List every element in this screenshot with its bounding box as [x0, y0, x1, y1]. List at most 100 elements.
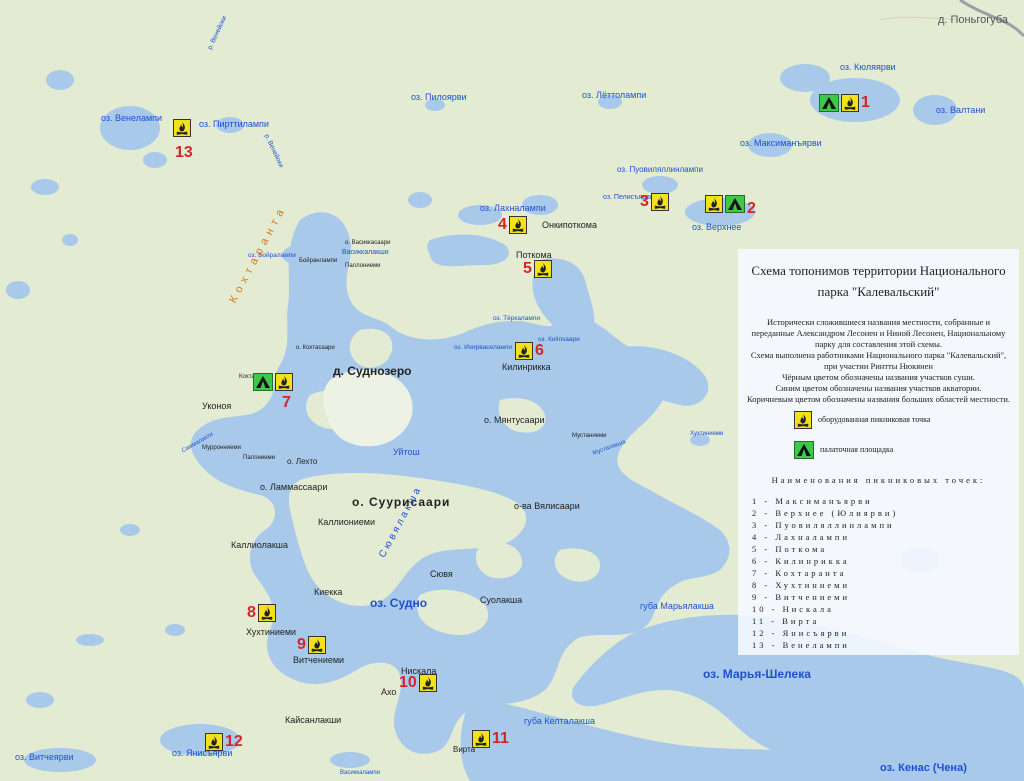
- campfire-icon: [794, 410, 812, 429]
- campfire-icon: [275, 373, 293, 391]
- legend-desc-2: Схема выполнена работниками Национальног…: [750, 349, 1007, 371]
- marker-number-13: 13: [175, 144, 193, 161]
- legend-list-item: 5 - Поткома: [752, 543, 828, 554]
- place-kaisanlakshi: Кайсанлакши: [285, 715, 342, 725]
- place-boiranlampi: Бойранлампи: [299, 258, 338, 264]
- lake-terkkalampi: оз. Тёркалампи: [493, 315, 540, 322]
- lake-valtani: оз. Валтани: [936, 105, 986, 115]
- place-vasikkalakshi: Васиккалакши: [342, 249, 389, 256]
- legend-desc-3: Чёрным цветом обозначены названия участк…: [782, 371, 975, 382]
- picnic-marker-5[interactable]: 5: [523, 260, 552, 278]
- campfire-icon: [257, 604, 276, 622]
- lake-piloyarvi: оз. Пилоярви: [411, 92, 467, 102]
- lake-lettolampi: оз. Лёттолампи: [582, 90, 647, 100]
- place-palonniemi: Палониеми: [243, 455, 276, 461]
- lake-venelampi: оз. Венелампи: [101, 113, 163, 123]
- marker-number: 3: [640, 193, 649, 210]
- legend-description: Исторически сложившиеся названия местнос…: [746, 317, 1011, 405]
- place-murronniemi: Мурронниеми: [202, 445, 241, 451]
- marker-number: 9: [297, 636, 306, 653]
- legend-list-item: 7 - Кохтаранта: [752, 567, 847, 578]
- picnic-marker-13[interactable]: [173, 119, 191, 137]
- campfire-icon: [841, 94, 859, 112]
- marker-number: 4: [498, 216, 507, 233]
- bay-keltalaksha: губа Келталакша: [524, 716, 595, 726]
- legend-list: 1 - Максиманъярви 2 - Верхнее (Юлиярви) …: [752, 495, 1011, 651]
- legend-list-item: 4 - Лахналампи: [752, 531, 851, 542]
- picnic-marker-8[interactable]: 8: [247, 604, 276, 622]
- legend-list-title: Наименования пикниковых точек:: [771, 474, 986, 485]
- place-onkipotkoma: Онкипоткома: [542, 220, 597, 230]
- legend-desc-4: Синим цветом обозначены названия участко…: [775, 382, 982, 393]
- picnic-marker-11[interactable]: 11: [472, 730, 509, 748]
- picnic-marker-3[interactable]: 3: [640, 193, 669, 211]
- place-kokhtasaari: о. Кохтасаари: [296, 345, 335, 351]
- marker-number: 2: [747, 200, 756, 217]
- legend-picnic-row: оборудованная пикниковая точка: [746, 410, 1011, 429]
- legend-list-item: 11 - Вирта: [752, 615, 820, 626]
- marker-number: 8: [247, 604, 256, 621]
- place-potkoma: Поткома: [516, 250, 552, 260]
- legend-list-item: 8 - Хухтиниеми: [752, 579, 851, 590]
- legend-list-item: 6 - Килинрикка: [752, 555, 850, 566]
- settlement-pongoguba: д. Поньгогуба: [938, 14, 1009, 26]
- lake-kilinsaari: оз. Киlinsаари: [538, 336, 580, 343]
- place-vasikkasaari: о. Васиккасаари: [345, 240, 391, 246]
- place-aho: Ахо: [381, 687, 397, 697]
- place-mustaniemi: Мустаниеми: [572, 433, 607, 439]
- island-lammassaari: о. Ламмассаари: [260, 482, 328, 492]
- marker-number: 10: [399, 674, 417, 691]
- campfire-icon: [533, 260, 552, 278]
- picnic-marker-1[interactable]: 1: [819, 94, 870, 112]
- legend-desc-1: Исторически сложившиеся названия местнос…: [751, 316, 1006, 349]
- picnic-marker-6[interactable]: 6: [515, 342, 544, 360]
- legend-list-item: 9 - Витчениеми: [752, 591, 851, 602]
- picnic-marker-12[interactable]: 12: [205, 733, 243, 751]
- place-kiekka: Киекка: [314, 587, 343, 597]
- picnic-marker-2[interactable]: 2: [705, 191, 756, 217]
- legend-list-item: 12 - Янисъярви: [752, 627, 850, 638]
- settlement-sudnozero: д. Суднозеро: [333, 364, 412, 378]
- legend-tent-label: палаточная площадка: [820, 445, 894, 455]
- place-huhtiniemi: Хухтиниеми: [246, 627, 297, 637]
- island-lekto: о. Лехто: [287, 457, 318, 466]
- marker-number-7: 7: [282, 394, 291, 411]
- picnic-marker-4[interactable]: 4: [498, 216, 527, 234]
- legend-list-item: 1 - Максиманъярви: [752, 495, 873, 506]
- place-kilinrikka: Килинрикка: [502, 362, 551, 372]
- campfire-icon: [472, 730, 490, 748]
- lake-vitcheyarvi: оз. Витчеярви: [15, 752, 74, 762]
- picnic-marker-7[interactable]: [253, 373, 293, 391]
- campfire-icon: [173, 119, 191, 137]
- legend-panel: Схема топонимов территории Национального…: [738, 249, 1019, 655]
- lake-lahnalampi: оз. Лахналампи: [480, 203, 546, 213]
- place-vasikkalampi: Васиккалампи: [340, 770, 380, 776]
- marker-number: 6: [535, 342, 544, 359]
- marker-number: 11: [492, 730, 509, 747]
- island-suurisaari: о. Суурисаари: [352, 495, 451, 509]
- legend-list-item: 10 - Нискала: [752, 603, 834, 614]
- marker-number: 1: [861, 94, 870, 111]
- place-uitosh: Уйтош: [393, 447, 420, 457]
- island-vyalisaari: о-ва Вялисаари: [514, 501, 580, 511]
- legend-desc-5: Коричневым цветом обозначены названия бо…: [746, 393, 1011, 404]
- place-syuvya: Сювя: [430, 569, 453, 579]
- lake-pirttilampi: оз. Пирттилампи: [199, 119, 269, 129]
- bay-maryalaksha: губа Марьялакша: [640, 601, 714, 611]
- picnic-marker-9[interactable]: 9: [297, 636, 326, 654]
- campfire-icon: [650, 193, 669, 211]
- lake-puovilyalampi: оз. Пуовиляллинлампи: [617, 165, 703, 174]
- tent-icon: [819, 94, 839, 112]
- campfire-icon: [418, 674, 437, 692]
- place-kalliolaksha: Каллиолакша: [231, 540, 289, 550]
- lake-sudno: оз. Судно: [370, 596, 428, 610]
- campfire-icon: [307, 636, 326, 654]
- picnic-marker-10[interactable]: 10: [399, 674, 437, 692]
- island-myantusaari: о. Мянтусаари: [484, 415, 545, 425]
- place-ukonoya: Уконоя: [202, 401, 232, 411]
- legend-list-item: 2 - Верхнее (Юлиярви): [752, 507, 899, 518]
- campfire-icon: [508, 216, 527, 234]
- lake-kenas: оз. Кенас (Чена): [880, 762, 967, 774]
- lake-marya-sheleka: оз. Марья-Шелека: [703, 667, 811, 681]
- tent-icon: [725, 195, 745, 213]
